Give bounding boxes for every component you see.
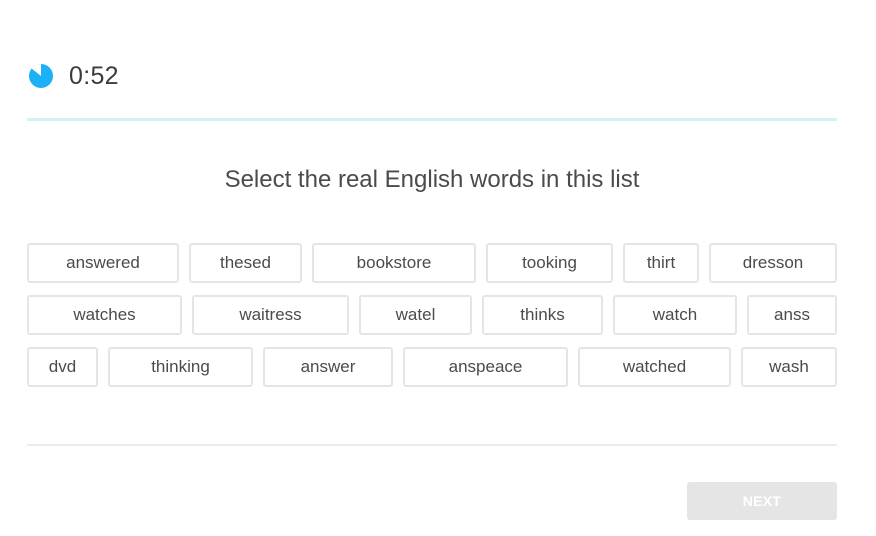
word-option[interactable]: anss bbox=[747, 295, 837, 335]
word-option[interactable]: watches bbox=[27, 295, 182, 335]
word-option[interactable]: watched bbox=[578, 347, 731, 387]
word-option[interactable]: dresson bbox=[709, 243, 837, 283]
word-option[interactable]: thinking bbox=[108, 347, 253, 387]
timer-pie-icon bbox=[29, 63, 53, 88]
question-prompt: Select the real English words in this li… bbox=[224, 166, 640, 193]
timer-value: 0:52 bbox=[69, 61, 119, 90]
progress-bar bbox=[27, 118, 837, 121]
word-option[interactable]: watel bbox=[359, 295, 472, 335]
word-option[interactable]: answer bbox=[263, 347, 393, 387]
timer: 0:52 bbox=[28, 60, 119, 92]
footer-divider bbox=[27, 444, 837, 446]
word-option[interactable]: thesed bbox=[189, 243, 302, 283]
word-option[interactable]: tooking bbox=[486, 243, 613, 283]
word-option[interactable]: thirt bbox=[623, 243, 699, 283]
next-button[interactable]: NEXT bbox=[687, 482, 837, 520]
word-option[interactable]: bookstore bbox=[312, 243, 476, 283]
word-option[interactable]: dvd bbox=[27, 347, 98, 387]
progress-fill bbox=[27, 118, 837, 121]
word-option[interactable]: wash bbox=[741, 347, 837, 387]
word-option[interactable]: answered bbox=[27, 243, 179, 283]
word-option[interactable]: waitress bbox=[192, 295, 349, 335]
word-option[interactable]: thinks bbox=[482, 295, 603, 335]
word-option[interactable]: watch bbox=[613, 295, 737, 335]
word-option[interactable]: anspeace bbox=[403, 347, 568, 387]
